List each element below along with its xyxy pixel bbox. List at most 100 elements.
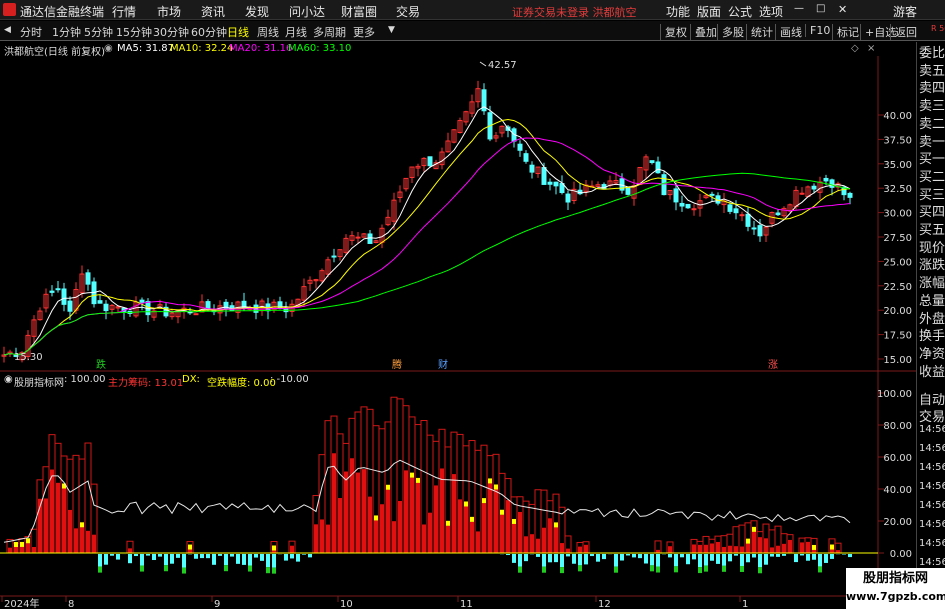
indicator-fill-bar	[500, 514, 504, 553]
indicator-fill-bar	[464, 506, 468, 553]
indicator-fill-bar	[752, 531, 756, 553]
indicator-green-bar	[266, 567, 270, 574]
indicator-negative-bar	[560, 554, 564, 568]
indicator-fill-bar	[548, 518, 552, 553]
indicator-negative-bar	[668, 554, 672, 558]
indicator-negative-bar	[104, 554, 108, 565]
indicator-fill-bar	[704, 544, 708, 553]
indicator-negative-bar	[176, 554, 180, 558]
indicator-fill-bar	[698, 544, 702, 553]
indicator-fill-bar	[56, 482, 60, 553]
indicator-yellow-bar	[80, 522, 84, 528]
indicator-fill-bar	[806, 541, 810, 553]
date-label: 10	[340, 599, 353, 609]
quote-label-11: 现价	[919, 240, 945, 256]
indicator-fill-bar	[530, 534, 534, 553]
indicator-negative-bar	[602, 554, 606, 560]
event-marker[interactable]: 涨	[768, 359, 778, 371]
indicator-negative-bar	[644, 554, 648, 564]
quote-label-12: 涨跌	[919, 258, 945, 274]
indicator-negative-bar	[506, 554, 510, 556]
candle-body	[139, 299, 145, 303]
price-tick-label: 35.00	[883, 160, 912, 171]
indicator-fill-bar	[458, 499, 462, 553]
price-axis: 40.00 37.50 35.00 32.50 30.00 27.50 25.00 22.50…	[878, 111, 912, 366]
indicator-negative-bar	[704, 554, 708, 566]
indicator-fill-bar	[386, 489, 390, 553]
indicator-fill-bar	[758, 537, 762, 553]
candle-body	[823, 177, 829, 182]
indicator-negative-bar	[524, 554, 528, 562]
indicator-negative-bar	[614, 554, 618, 567]
indicator-fill-bar	[716, 541, 720, 553]
event-marker[interactable]: 跌	[96, 358, 106, 371]
candle-body	[625, 186, 631, 195]
low-price-label: 15.30	[14, 352, 43, 363]
indicator-fill-bar	[524, 536, 528, 553]
quote-label-10: 买五	[919, 223, 945, 238]
indicator-yellow-bar	[14, 542, 18, 548]
indicator-yellow-bar	[500, 509, 504, 515]
indicator-negative-bar	[740, 554, 744, 566]
indicator-fill-bar	[356, 472, 360, 553]
indicator-green-bar	[164, 565, 168, 572]
indicator-negative-bar	[164, 554, 168, 566]
event-marker[interactable]: 财	[438, 358, 448, 371]
price-tick-label: 27.50	[883, 233, 912, 244]
indicator-negative-bar	[566, 554, 570, 557]
price-tick-label: 25.00	[883, 257, 912, 268]
indicator-negative-bar	[182, 554, 186, 568]
indicator-negative-bar	[254, 554, 258, 558]
indicator-yellow-bar	[746, 538, 750, 544]
indicator-negative-bar	[686, 554, 690, 565]
quote-label-18: 收益	[919, 364, 945, 380]
indicator-fill-bar	[398, 501, 402, 553]
quote-label-0: 委比	[919, 46, 945, 61]
indicator-yellow-bar	[272, 545, 276, 551]
indicator-negative-bar	[848, 554, 852, 558]
indicator-negative-bar	[284, 554, 288, 561]
candle-body	[829, 179, 835, 188]
indicator-yellow-bar	[386, 484, 390, 490]
indicator-fill-bar	[338, 498, 342, 553]
indicator-yellow-bar	[374, 515, 378, 521]
indicator-negative-bar	[764, 554, 768, 565]
indicator-yellow-bar	[488, 478, 492, 484]
indicator-green-bar	[614, 566, 618, 573]
candle-body	[103, 303, 109, 312]
watermark-line2: www.7gpzb.com	[846, 590, 945, 603]
indicator-negative-bar	[806, 554, 810, 561]
indicator-fill-bar	[764, 538, 768, 553]
indicator-fill-bar	[536, 538, 540, 553]
indicator-yellow-bar	[20, 541, 24, 547]
trade-time: 14:56	[919, 424, 945, 435]
indicator-fill-bar	[62, 488, 66, 553]
indicator-fill-bar	[32, 546, 36, 553]
indicator-negative-bar	[536, 554, 540, 557]
indicator-tick-label: 100.00	[877, 389, 912, 400]
date-label: 2024年	[4, 597, 39, 609]
indicator-negative-bar	[200, 554, 204, 559]
indicator-green-bar	[674, 566, 678, 573]
indicator-negative-bar	[266, 554, 270, 568]
watermark-line1: 股朋指标网	[862, 571, 928, 586]
indicator-yellow-bar	[410, 472, 414, 478]
candlestick-series	[1, 80, 853, 363]
indicator-fill-bar	[362, 469, 366, 553]
indicator-negative-bar	[794, 554, 798, 563]
indicator-fill-bar	[344, 471, 348, 553]
indicator-yellow-bar	[512, 518, 516, 524]
indicator-yellow-bar	[464, 501, 468, 507]
kline-chart-canvas[interactable]: 40.00 37.50 35.00 32.50 30.00 27.50 25.00 22.50…	[0, 0, 916, 609]
indicator-negative-bar	[224, 554, 228, 566]
candle-body	[751, 227, 757, 230]
candle-body	[553, 181, 559, 187]
indicator-fill-bar	[830, 549, 834, 553]
event-marker[interactable]: 腾	[392, 358, 402, 371]
candle-body	[727, 204, 733, 212]
indicator-tick-label: 20.00	[883, 517, 912, 528]
indicator-fill-bar	[692, 544, 696, 553]
indicator-fill-bar	[416, 482, 420, 553]
candle-body	[541, 167, 547, 185]
indicator-fill-bar	[476, 531, 480, 553]
